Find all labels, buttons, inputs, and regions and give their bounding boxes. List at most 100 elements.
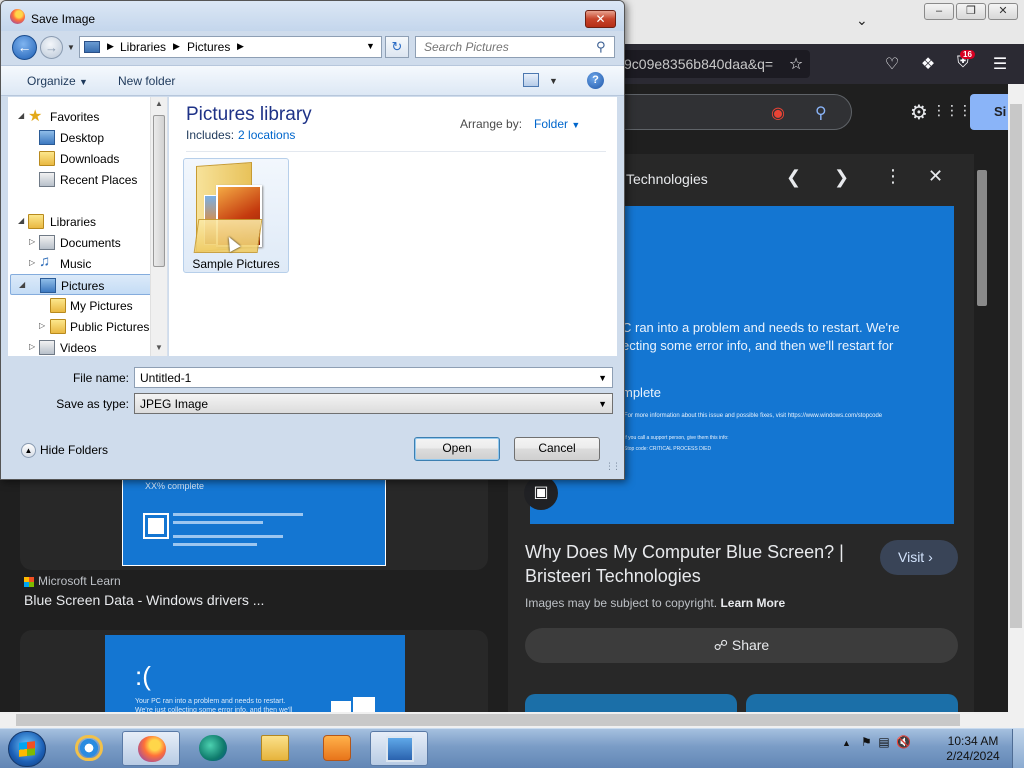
bookmark-star-icon[interactable]: ☆ [785,54,807,74]
cancel-button[interactable]: Cancel [514,437,600,461]
nav-favorites[interactable]: ◢ ★ Favorites [8,106,150,127]
search-box[interactable]: ⚲ [415,36,615,58]
browser-minimize-button[interactable]: – [924,3,954,20]
new-folder-button[interactable]: New folder [118,74,175,88]
share-button[interactable]: ☍ Share [525,628,958,663]
close-panel-icon[interactable]: ✕ [928,166,943,187]
show-desktop-button[interactable] [1012,729,1024,768]
nav-videos[interactable]: ▷ Videos [8,337,150,356]
breadcrumb-separator-icon[interactable]: ▶ [237,41,244,52]
result-thumbnail[interactable]: XX% complete [122,478,386,566]
resize-grip-icon[interactable]: ⋮⋮ [605,461,621,472]
nav-pictures[interactable]: ◢ Pictures [10,274,154,295]
organize-button[interactable]: Organize ▼ [27,74,88,88]
result-title[interactable]: Blue Screen Data - Windows drivers ... [24,592,264,608]
folder-sample-pictures[interactable]: Sample Pictures [183,158,289,273]
more-options-icon[interactable]: ⋮ [884,166,902,187]
address-bar[interactable]: ▶ Libraries ▶ Pictures ▶ ▼ [79,36,382,58]
breadcrumb-pictures[interactable]: Pictures [187,40,230,54]
hide-folders-button[interactable]: ▲ Hide Folders [21,443,108,459]
settings-gear-icon[interactable]: ⚙ [910,100,928,125]
nav-music[interactable]: ▷ ♫ Music [8,253,150,274]
visual-search-icon[interactable]: ▣ [524,476,558,510]
taskbar-firefox[interactable] [122,731,180,766]
horizontal-scrollbar[interactable] [0,712,1008,728]
google-search-box[interactable]: ◉ ⚲ [600,94,852,130]
nav-public-pictures[interactable]: ▷ Public Pictures [8,316,150,337]
change-view-icon[interactable] [523,73,539,87]
browser-close-button[interactable]: ✕ [988,3,1018,20]
scrollbar-thumb[interactable] [153,115,165,267]
start-button[interactable] [8,731,46,767]
nav-recent-places[interactable]: Recent Places [8,169,150,190]
list-tabs-chevron-icon[interactable]: ⌄ [856,12,868,29]
taskbar-media-player[interactable] [308,731,366,766]
search-icon[interactable]: ⚲ [815,103,827,123]
panel-source[interactable]: Technologies [626,171,708,187]
taskbar-internet-explorer[interactable] [60,731,118,766]
previous-image-icon[interactable]: ❮ [786,167,801,188]
nav-desktop[interactable]: Desktop [8,127,150,148]
dialog-close-button[interactable]: ✕ [585,10,616,28]
volume-muted-icon[interactable]: 🔇 [896,735,911,749]
file-name-dropdown-icon[interactable]: ▼ [598,373,607,383]
browser-maximize-button[interactable]: ❐ [956,3,986,20]
save-as-type-select[interactable]: JPEG Image ▼ [134,393,613,414]
back-button[interactable]: ← [12,35,37,60]
learn-more-link[interactable]: Learn More [720,596,785,610]
help-icon[interactable]: ? [587,72,604,89]
scrollbar-thumb[interactable] [1010,104,1022,628]
result-source[interactable]: Microsoft Learn [24,574,121,588]
nav-documents[interactable]: ▷ Documents [8,232,150,253]
scroll-up-icon[interactable]: ▲ [155,99,163,108]
pocket-icon[interactable]: ♡ [881,54,903,74]
next-image-icon[interactable]: ❯ [834,167,849,188]
system-clock[interactable]: 10:34 AM 2/24/2024 [940,734,1006,764]
expand-arrow-icon[interactable]: ▷ [29,258,35,267]
refresh-button[interactable]: ↻ [385,36,409,58]
taskbar-remote-desktop[interactable] [370,731,428,766]
network-icon[interactable]: ▤ [878,735,889,749]
nav-downloads[interactable]: Downloads [8,148,150,169]
show-hidden-icons-icon[interactable]: ▲ [842,738,851,748]
nav-my-pictures[interactable]: My Pictures [8,295,150,316]
open-button[interactable]: Open [414,437,500,461]
nav-libraries[interactable]: ◢ Libraries [8,211,150,232]
arrange-by-dropdown[interactable]: Folder ▼ [534,117,580,131]
panel-title[interactable]: Why Does My Computer Blue Screen? | Bris… [525,540,855,588]
extensions-icon[interactable]: ❖ [917,54,939,74]
page-scrollbar[interactable] [1008,84,1024,728]
breadcrumb-separator-icon[interactable]: ▶ [173,41,180,52]
address-dropdown-icon[interactable]: ▼ [366,41,375,51]
taskbar-edge[interactable] [184,731,242,766]
expand-arrow-icon[interactable]: ▷ [29,237,35,246]
google-lens-icon[interactable]: ◉ [771,103,785,123]
expand-arrow-icon[interactable]: ▷ [39,321,45,330]
nav-pane-scrollbar[interactable]: ▲ ▼ [150,97,167,356]
locations-link[interactable]: 2 locations [238,128,295,142]
url-bar[interactable]: 9c09e8356b840daa&q= [610,50,810,78]
collapse-arrow-icon[interactable]: ◢ [18,111,24,120]
scrollbar-thumb[interactable] [16,714,960,726]
menu-icon[interactable]: ☰ [989,54,1011,74]
visit-button[interactable]: Visit › [880,540,958,575]
breadcrumb-separator-icon[interactable]: ▶ [107,41,114,52]
search-icon[interactable]: ⚲ [596,39,606,55]
scrollbar-thumb[interactable] [977,170,987,306]
breadcrumb-libraries[interactable]: Libraries [120,40,166,54]
collapse-arrow-icon[interactable]: ◢ [19,280,25,289]
dialog-title-bar[interactable]: Save Image ✕ [1,1,624,31]
panel-scrollbar[interactable] [974,154,990,714]
search-input[interactable] [416,37,591,57]
collapse-arrow-icon[interactable]: ◢ [18,216,24,225]
recent-locations-dropdown-icon[interactable]: ▼ [67,43,75,52]
scroll-down-icon[interactable]: ▼ [155,343,163,352]
view-options-dropdown-icon[interactable]: ▼ [549,76,558,86]
expand-arrow-icon[interactable]: ▷ [29,342,35,351]
file-name-field[interactable]: Untitled-1 ▼ [134,367,613,388]
chevron-down-icon: ▼ [598,399,607,409]
forward-button[interactable]: → [40,36,63,59]
taskbar-file-explorer[interactable] [246,731,304,766]
apps-grid-icon[interactable]: ⋮⋮⋮ [932,102,972,119]
action-center-flag-icon[interactable]: ⚑ [861,735,872,749]
